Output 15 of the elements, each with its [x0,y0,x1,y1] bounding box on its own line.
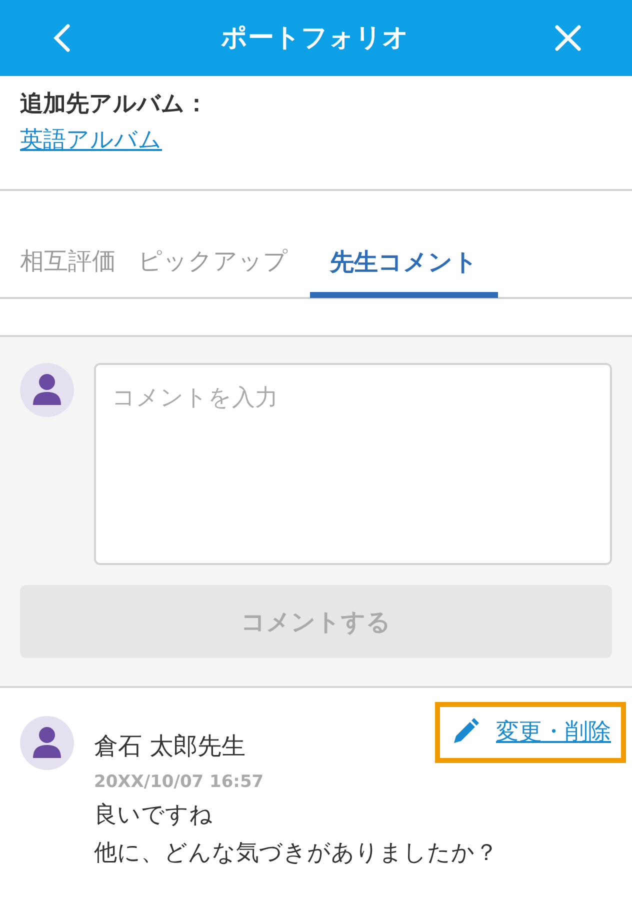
author-name: 倉石 太郎先生 [94,731,246,762]
album-label: 追加先アルバム： [20,90,208,119]
tab[interactable]: ピックアップ [138,243,288,297]
tab[interactable]: 先生コメント [310,244,498,298]
comment-text: 他に、どんな気づきがありましたか？ [94,838,499,868]
avatar-icon [20,363,74,417]
tab[interactable]: 相互評価 [20,243,116,297]
avatar-icon [20,716,74,770]
album-link[interactable]: 英語アルバム [20,120,162,160]
comment-date: 20XX/10/07 16:57 [94,771,265,794]
edit-link[interactable]: 変更・削除 [435,702,626,762]
comment-field[interactable]: コメントを入力 [94,363,612,565]
close-icon[interactable] [554,24,582,52]
header-title: ポートフォリオ [221,22,409,54]
comment-text: 良いですね [94,800,214,830]
